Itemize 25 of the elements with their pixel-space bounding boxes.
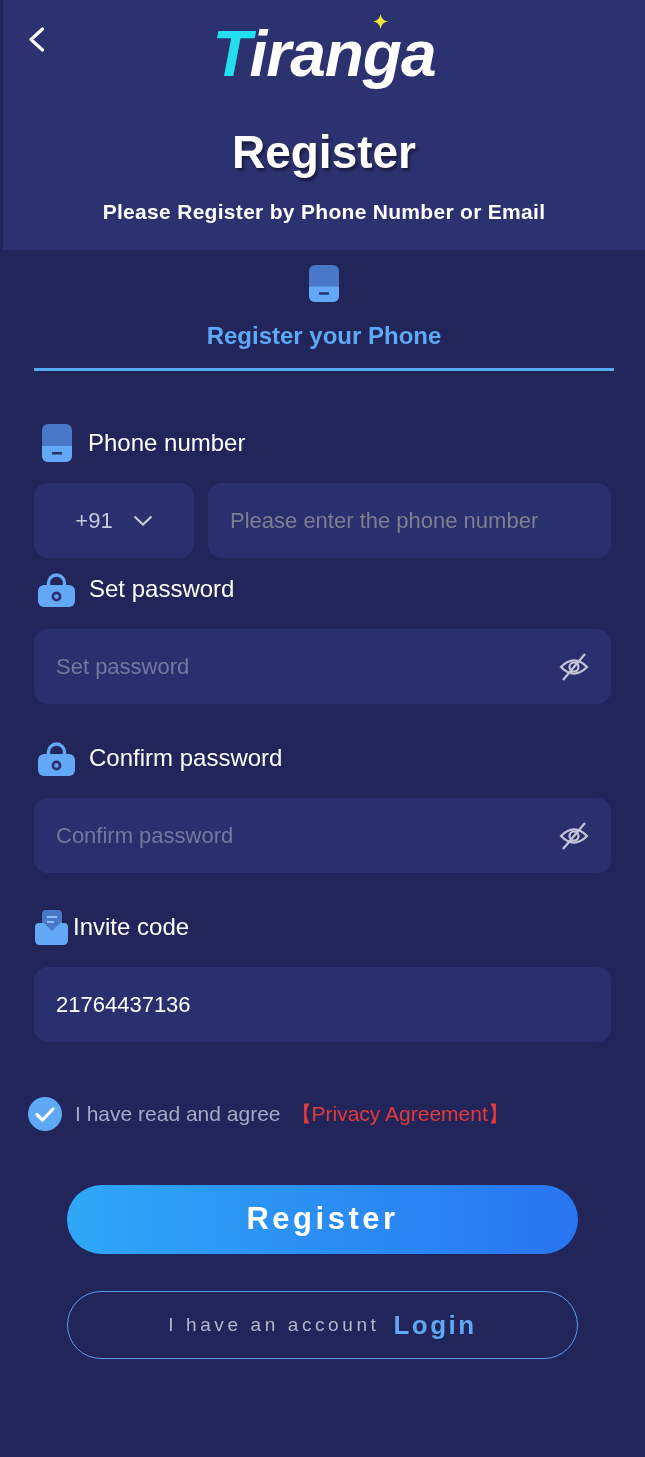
sparkle-icon [372,14,388,29]
inbox-icon [35,909,68,945]
lock-icon [38,740,75,776]
country-code-select[interactable]: +91 [34,483,194,558]
lock-icon [38,571,75,607]
password-field[interactable]: Set password [34,629,611,704]
back-icon[interactable] [28,27,45,52]
field-label: Set password [89,574,235,604]
eye-slash-icon[interactable] [559,822,589,850]
password-field[interactable]: Confirm password [34,798,611,873]
phone-field[interactable]: Please enter the phone number [208,483,611,558]
page-subtitle: Please Register by Phone Number or Email [101,199,547,225]
invite-code-field[interactable]: 21764437136 [34,967,611,1042]
agree-text: I have read and agree [75,1101,281,1128]
field-label: Confirm password [89,743,283,773]
chevron-down-icon [132,515,153,526]
phone-icon [42,424,72,462]
field-label: Phone number [88,428,246,458]
page-title: Register [230,125,418,180]
phone-icon [309,265,339,302]
agree-checkbox[interactable] [28,1097,62,1131]
brand-logo: Tiranga [212,30,436,92]
phone-tab[interactable]: Register your Phone [34,265,614,371]
field-label: Invite code [73,912,190,942]
eye-slash-icon[interactable] [559,653,589,681]
